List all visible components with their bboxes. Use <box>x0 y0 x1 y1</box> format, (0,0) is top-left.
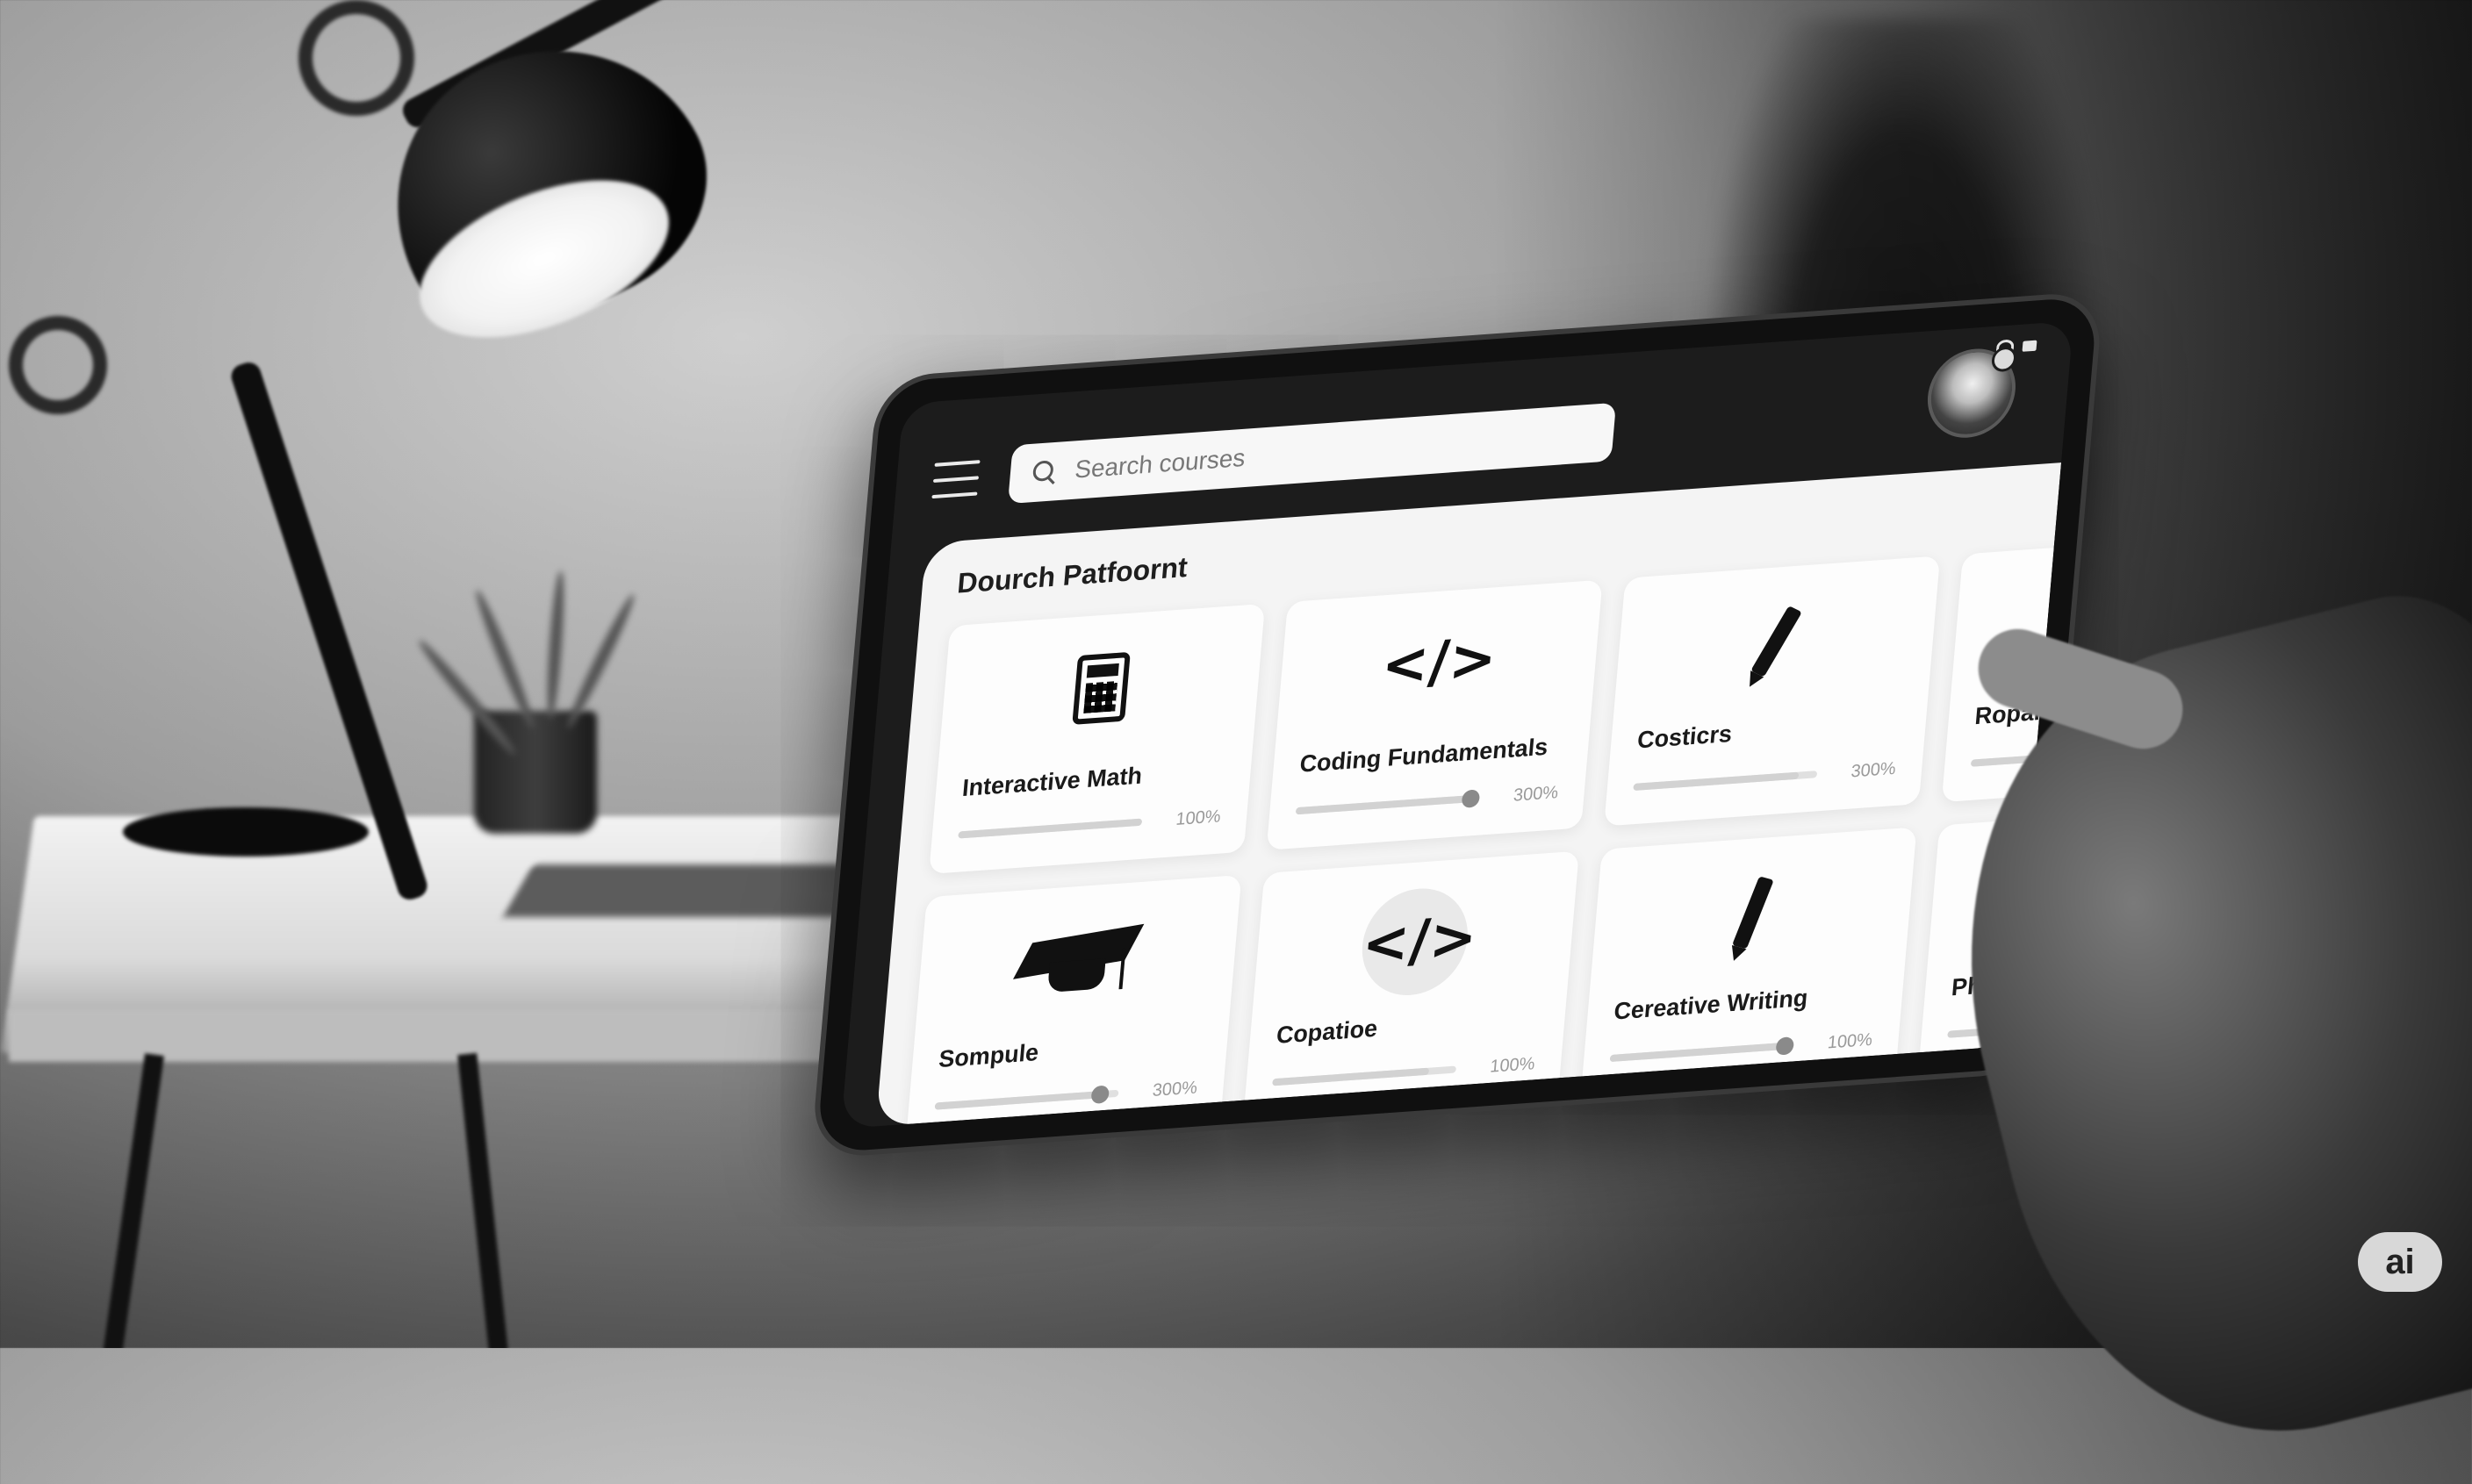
course-progress-bar <box>958 818 1143 839</box>
progress-knob <box>1090 1085 1110 1105</box>
tablet-screen: Dourch Patfoornt Interactive Math 100% <… <box>840 320 2073 1129</box>
course-title: Copatioe <box>1275 1014 1379 1049</box>
course-card[interactable]: Cereative Writing 100% <box>1580 827 1917 1098</box>
course-progress-bar <box>1633 771 1818 792</box>
code-icon: </> <box>1378 626 1499 700</box>
calculator-icon <box>939 642 1261 748</box>
pen-icon <box>1592 866 1914 973</box>
course-title: Costicrs <box>1636 720 1734 754</box>
progress-knob <box>1774 1036 1794 1056</box>
desk-leg <box>101 1053 164 1348</box>
course-progress-label: 100% <box>1489 1054 1536 1077</box>
course-panel: Dourch Patfoornt Interactive Math 100% <… <box>875 462 2062 1127</box>
course-progress-label: 300% <box>1850 758 1897 782</box>
hamburger-menu-button[interactable] <box>931 460 981 499</box>
course-grid: Interactive Math 100% </> Coding Fundame… <box>905 532 2062 1127</box>
ai-watermark-badge: ai <box>2358 1232 2442 1292</box>
course-title: Interactive Math <box>960 762 1144 802</box>
menu-line <box>931 491 978 499</box>
course-title: Coding Fundamentals <box>1298 733 1549 778</box>
lamp-joint <box>9 316 107 414</box>
course-title: Cereative Writing <box>1613 984 1809 1025</box>
menu-line <box>934 460 981 467</box>
course-progress-bar <box>1295 789 1480 815</box>
course-progress-label: 300% <box>1151 1078 1198 1101</box>
pencil-icon <box>1614 595 1937 702</box>
course-progress-bar <box>934 1085 1119 1110</box>
course-title: Sompule <box>938 1038 1040 1073</box>
course-card[interactable]: </> Coding Fundamentals 300% <box>1266 579 1603 850</box>
panel-title: Dourch Patfoornt <box>956 550 1189 599</box>
notebook <box>502 864 867 917</box>
user-avatar[interactable] <box>1923 346 2020 441</box>
course-card[interactable]: </> Copatioe 100% <box>1242 850 1579 1122</box>
course-progress-label: 100% <box>1826 1029 1873 1053</box>
course-progress-label: 300% <box>1513 782 1559 806</box>
course-progress-bar <box>1609 1036 1794 1063</box>
lamp-joint <box>298 0 414 116</box>
course-progress-label: 100% <box>1175 807 1222 830</box>
plant-leaf <box>544 570 567 720</box>
search-input[interactable] <box>1072 419 1568 485</box>
avatar-badge-icon <box>1990 346 2018 373</box>
menu-line <box>932 476 980 484</box>
progress-knob <box>1461 789 1480 808</box>
lamp-base <box>123 807 369 857</box>
course-card[interactable]: Sompule 300% <box>905 874 1242 1127</box>
course-card[interactable]: Interactive Math 100% <box>929 603 1266 875</box>
code-icon: </> <box>1357 885 1479 1000</box>
search-icon <box>1032 460 1057 484</box>
desk-leg <box>457 1052 510 1348</box>
search-bar[interactable] <box>1007 402 1617 505</box>
graduation-cap-icon <box>916 914 1239 1029</box>
tablet-device: Dourch Patfoornt Interactive Math 100% <… <box>810 290 2104 1159</box>
plant-leaf <box>562 591 639 732</box>
course-progress-bar <box>1272 1065 1457 1086</box>
course-card[interactable]: Costicrs 300% <box>1604 556 1941 827</box>
